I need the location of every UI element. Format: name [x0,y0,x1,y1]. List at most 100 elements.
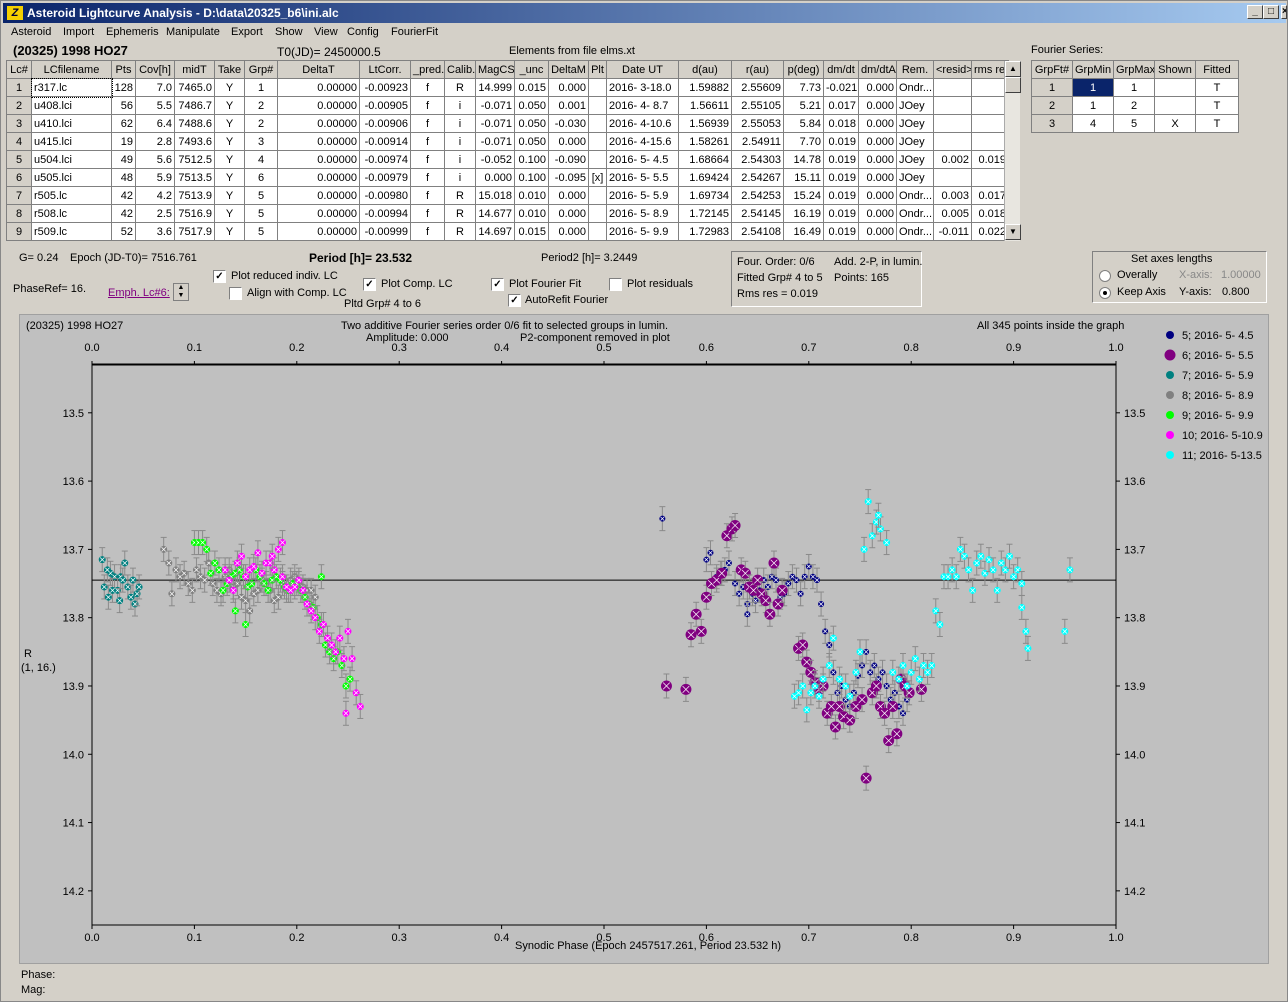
table-cell[interactable]: 5 [244,222,278,241]
plot-reduced-checkbox[interactable]: ✓ [213,270,226,283]
fourier-cell[interactable]: X [1154,114,1196,133]
fourier-cell[interactable]: 2 [1031,96,1073,115]
table-cell[interactable]: Ondr... [896,204,934,223]
table-cell[interactable]: 0.010 [514,204,549,223]
plot-residuals-checkbox[interactable] [609,278,622,291]
table-cell[interactable]: 0.00000 [277,132,360,151]
table-cell[interactable] [971,132,1009,151]
table-cell[interactable] [933,132,972,151]
column-header[interactable]: _unc [514,60,549,79]
table-cell[interactable]: f [410,114,445,133]
fourier-row[interactable]: 212 T [1031,96,1239,115]
table-cell[interactable]: 0.000 [858,114,897,133]
fourier-table[interactable]: GrpFt# GrpMin GrpMax Shown Fitted 111T212T34… [1031,60,1239,133]
table-cell[interactable]: 0.019 [971,150,1009,169]
fourier-cell[interactable]: 1 [1031,78,1073,97]
table-cell[interactable]: 7.73 [783,78,824,97]
align-checkbox[interactable] [229,287,242,300]
column-header[interactable]: Plt [588,60,607,79]
table-cell[interactable]: 0.00000 [277,222,360,241]
table-cell[interactable]: 42 [111,186,136,205]
column-header[interactable]: r(au) [731,60,784,79]
table-cell[interactable]: 7513.9 [174,186,215,205]
close-button[interactable]: × [1281,5,1287,19]
table-cell[interactable]: 0.001 [548,96,589,115]
table-cell[interactable]: 1.68664 [678,150,732,169]
table-cell[interactable]: 2016- 5- 9.9 [606,222,679,241]
table-cell[interactable]: f [410,186,445,205]
table-cell[interactable]: R [444,222,476,241]
table-cell[interactable]: 5.21 [783,96,824,115]
menu-ephemeris[interactable]: Ephemeris [106,26,159,38]
table-cell[interactable]: 0.019 [823,150,859,169]
table-cell[interactable]: i [444,132,476,151]
table-cell[interactable]: f [410,168,445,187]
table-cell[interactable] [588,222,607,241]
fourier-cell[interactable]: 5 [1113,114,1155,133]
table-cell[interactable] [933,78,972,97]
table-cell[interactable]: 0.019 [823,222,859,241]
table-cell[interactable]: 4 [244,150,278,169]
menu-manipulate[interactable]: Manipulate [166,26,220,38]
table-cell[interactable]: 5.5 [135,96,175,115]
table-cell[interactable]: i [444,114,476,133]
table-cell[interactable]: 14.999 [475,78,515,97]
spin-up-icon[interactable]: ▲ [174,284,188,292]
table-row[interactable]: 7 r505.lc 42 4.2 7513.9 Y 5 0.00000 -0.00980 f R 15… [6,186,1009,205]
table-cell[interactable]: 0.015 [514,222,549,241]
table-cell[interactable]: 0.019 [823,132,859,151]
table-cell[interactable]: Ondr... [896,222,934,241]
table-cell[interactable]: 2.55609 [731,78,784,97]
menu-config[interactable]: Config [347,26,379,38]
table-cell[interactable]: 7.0 [135,78,175,97]
table-cell[interactable]: 0.003 [933,186,972,205]
table-cell[interactable]: Ondr... [896,78,934,97]
table-cell[interactable]: -0.021 [823,78,859,97]
table-cell[interactable]: 16.49 [783,222,824,241]
table-cell[interactable] [933,114,972,133]
table-cell[interactable]: 0.000 [858,150,897,169]
y-axis-value[interactable]: 0.800 [1222,286,1250,298]
table-cell[interactable]: f [410,204,445,223]
table-cell[interactable]: 0.00000 [277,150,360,169]
table-cell[interactable]: 4 [6,132,32,151]
column-header[interactable]: midT [174,60,215,79]
table-cell[interactable]: i [444,168,476,187]
column-header[interactable]: Cov[h] [135,60,175,79]
table-cell[interactable]: 3 [6,114,32,133]
table-cell[interactable]: 19 [111,132,136,151]
fourier-cell[interactable]: T [1195,78,1239,97]
table-cell[interactable]: u415.lci [31,132,112,151]
table-cell[interactable]: -0.00923 [359,78,411,97]
table-cell[interactable]: JOey [896,168,934,187]
table-cell[interactable]: 0.050 [514,114,549,133]
table-cell[interactable]: -0.030 [548,114,589,133]
column-header[interactable]: LtCorr. [359,60,411,79]
table-cell[interactable]: 6 [244,168,278,187]
menu-asteroid[interactable]: Asteroid [11,26,51,38]
x-axis-value[interactable]: 1.00000 [1221,269,1261,281]
table-cell[interactable]: 0.019 [823,186,859,205]
table-cell[interactable]: 7465.0 [174,78,215,97]
column-header[interactable]: Take [214,60,245,79]
table-cell[interactable]: 2.54911 [731,132,784,151]
table-cell[interactable] [971,96,1009,115]
table-row[interactable]: 5 u504.lci 49 5.6 7512.5 Y 4 0.00000 -0.00974 f i -… [6,150,1009,169]
menu-import[interactable]: Import [63,26,94,38]
table-cell[interactable]: 2 [244,114,278,133]
table-cell[interactable]: 42 [111,204,136,223]
table-cell[interactable]: 2016- 5- 8.9 [606,204,679,223]
table-cell[interactable]: 2.54108 [731,222,784,241]
table-row[interactable]: 6 u505.lci 48 5.9 7513.5 Y 6 0.00000 -0.00979 f i 0… [6,168,1009,187]
fourier-cell[interactable]: 1 [1072,96,1114,115]
column-header[interactable]: <resid> [933,60,972,79]
table-cell[interactable]: 1.72145 [678,204,732,223]
column-header[interactable]: Pts [111,60,136,79]
table-cell[interactable]: 0.000 [548,204,589,223]
table-cell[interactable]: 15.24 [783,186,824,205]
table-cell[interactable]: JOey [896,132,934,151]
table-cell[interactable] [588,132,607,151]
table-cell[interactable]: 4.2 [135,186,175,205]
table-cell[interactable]: 0.00000 [277,96,360,115]
table-cell[interactable]: Y [214,132,245,151]
